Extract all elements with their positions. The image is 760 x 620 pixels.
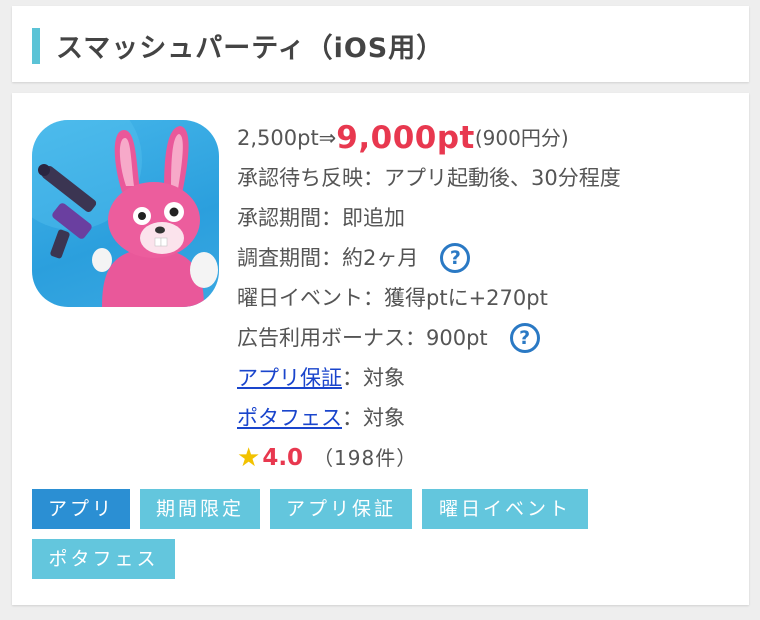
yen-note: (900円分)	[474, 126, 569, 150]
rating-value: 4.0	[262, 445, 304, 471]
ad-bonus: 広告利用ボーナス：900pt ?	[237, 318, 737, 358]
survey-period: 調査期間：約2ヶ月 ?	[237, 238, 737, 278]
rating-count: （198件）	[313, 446, 418, 470]
new-price: 9,000pt	[336, 120, 475, 156]
old-price: 2,500pt⇒	[237, 126, 337, 150]
star-icon: ★	[237, 443, 261, 473]
tag-app-guarantee[interactable]: アプリ保証	[270, 489, 412, 529]
approval-period: 承認期間：即追加	[237, 198, 737, 238]
approval-reflection: 承認待ち反映：アプリ起動後、30分程度	[237, 158, 737, 198]
app-guarantee-link[interactable]: アプリ保証	[237, 358, 342, 398]
page-title: スマッシュパーティ（iOS用）	[56, 33, 445, 64]
tag-potafes[interactable]: ポタフェス	[32, 539, 175, 579]
pink-bunny-icon	[32, 120, 218, 307]
survey-period-help-icon[interactable]: ?	[440, 243, 471, 273]
approval-reflection-text: 承認待ち反映：アプリ起動後、30分程度	[237, 166, 621, 190]
tag-weekday-event[interactable]: 曜日イベント	[422, 489, 588, 529]
rating-row: ★ 4.0 （198件）	[237, 438, 737, 478]
app-guarantee-value: ：対象	[342, 366, 405, 390]
potafes: ポタフェス ：対象	[237, 398, 737, 438]
weekday-event: 曜日イベント：獲得ptに+270pt	[237, 278, 737, 318]
app-icon[interactable]	[32, 120, 219, 307]
title-accent-bar	[32, 28, 40, 64]
ad-bonus-text: 広告利用ボーナス：900pt	[237, 326, 488, 350]
tag-limited-time[interactable]: 期間限定	[140, 489, 260, 529]
tag-app[interactable]: アプリ	[32, 489, 130, 529]
offer-card: 2,500pt⇒ 9,000pt (900円分) 承認待ち反映：アプリ起動後、3…	[12, 93, 749, 605]
ad-bonus-help-icon[interactable]: ?	[509, 323, 540, 353]
potafes-value: ：対象	[342, 406, 405, 430]
app-guarantee: アプリ保証 ：対象	[237, 358, 737, 398]
price-row: 2,500pt⇒ 9,000pt (900円分)	[237, 118, 737, 158]
approval-period-text: 承認期間：即追加	[237, 206, 405, 230]
potafes-link[interactable]: ポタフェス	[237, 398, 342, 438]
title-card: スマッシュパーティ（iOS用）	[12, 6, 749, 82]
weekday-event-text: 曜日イベント：獲得ptに+270pt	[237, 286, 548, 310]
offer-info: 2,500pt⇒ 9,000pt (900円分) 承認待ち反映：アプリ起動後、3…	[237, 118, 737, 478]
survey-period-text: 調査期間：約2ヶ月	[237, 246, 419, 270]
